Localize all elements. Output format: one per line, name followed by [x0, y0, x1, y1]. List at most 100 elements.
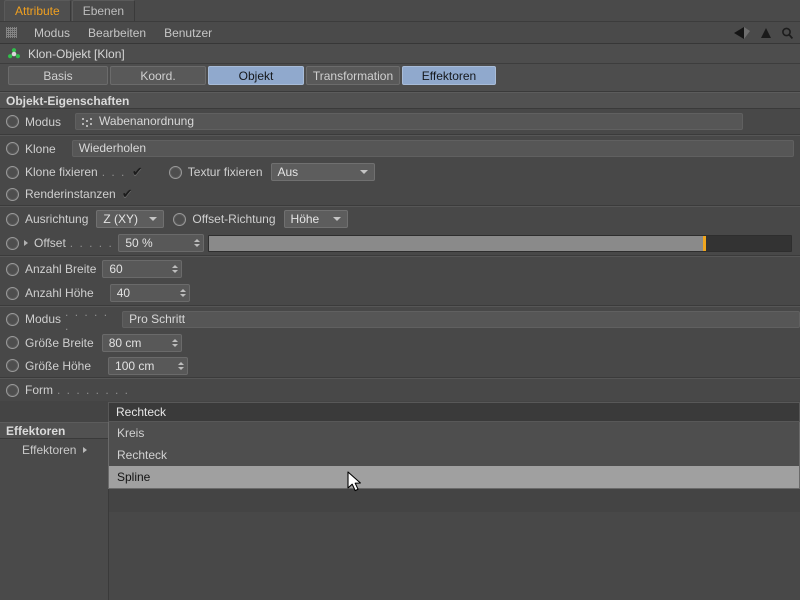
panel-empty-area — [109, 512, 800, 600]
menubar-icon-group — [732, 22, 794, 44]
select-textur-fixieren-value: Aus — [277, 165, 299, 179]
dropdown-option-spline[interactable]: Spline — [109, 466, 799, 488]
checkbox-klone-fixieren[interactable]: ✔ — [132, 165, 143, 178]
row-form: Form . . . . . . . . — [0, 379, 800, 401]
menu-item-modus[interactable]: Modus — [25, 22, 79, 44]
chevron-down-icon — [359, 170, 368, 174]
animation-dot-groesse-hoehe[interactable] — [6, 359, 19, 372]
spinner-groesse-hoehe[interactable] — [175, 358, 187, 374]
tab-ebenen[interactable]: Ebenen — [71, 0, 136, 21]
tab-basis[interactable]: Basis — [8, 66, 108, 85]
input-groesse-hoehe[interactable]: 100 cm — [108, 356, 189, 375]
tab-transformation[interactable]: Transformation — [306, 66, 400, 85]
spinner-down-icon — [178, 366, 185, 370]
dropdown-option-rechteck[interactable]: Rechteck — [109, 444, 799, 466]
row-groesse-breite: Größe Breite 80 cm — [0, 331, 800, 354]
label-renderinstanzen: Renderinstanzen — [25, 187, 116, 201]
animation-dot-offset-richtung[interactable] — [173, 212, 187, 226]
tab-effektoren[interactable]: Effektoren — [402, 66, 496, 85]
input-groesse-hoehe-value: 100 cm — [115, 358, 155, 373]
spinner-anzahl-hoehe[interactable] — [177, 285, 189, 301]
animation-dot-anzahl-breite[interactable] — [6, 262, 19, 276]
menu-item-benutzer[interactable]: Benutzer — [155, 22, 221, 44]
slider-offset[interactable] — [208, 234, 792, 252]
animation-dot-klone-fixieren[interactable] — [6, 165, 19, 179]
label-modus-schritt: Modus — [25, 312, 62, 326]
label-ausrichtung: Ausrichtung — [25, 212, 89, 226]
field-modus-schritt[interactable]: Pro Schritt — [122, 310, 800, 328]
dropdown-form-options: Kreis Rechteck Spline — [108, 422, 800, 489]
slider-offset-fill — [209, 235, 704, 251]
label-effektoren: Effektoren — [22, 443, 77, 457]
dropdown-option-kreis[interactable]: Kreis — [109, 422, 799, 444]
animation-dot-ausrichtung[interactable] — [6, 212, 19, 226]
checkbox-renderinstanzen[interactable]: ✔ — [122, 187, 133, 200]
animation-dot-klone[interactable] — [6, 142, 19, 155]
animation-dot-renderinstanzen[interactable] — [6, 187, 19, 201]
spinner-down-icon — [179, 294, 186, 297]
expand-arrow-icon[interactable] — [83, 447, 88, 453]
select-ausrichtung[interactable]: Z (XY) — [96, 210, 165, 228]
row-klone-fixieren: Klone fixieren . . . ✔ Textur fixieren A… — [0, 161, 800, 183]
spinner-down-icon — [172, 270, 179, 273]
label-textur-fixieren: Textur fixieren — [187, 165, 263, 179]
spinner-up-icon — [194, 239, 201, 242]
tab-attribute[interactable]: Attribute — [4, 0, 71, 21]
row-klone: Klone Wiederholen — [0, 136, 800, 161]
tab-koord[interactable]: Koord. — [110, 66, 206, 85]
spinner-groesse-breite[interactable] — [169, 335, 181, 351]
label-groesse-hoehe: Größe Höhe — [25, 358, 92, 373]
input-offset-value: 50 % — [125, 236, 153, 250]
spinner-offset[interactable] — [191, 235, 203, 251]
slider-offset-knob[interactable] — [702, 235, 706, 251]
attribute-page-tabs: Basis Koord. Objekt Transformation Effek… — [0, 64, 800, 92]
row-modus-schritt: Modus . . . . . . Pro Schritt — [0, 305, 800, 333]
spinner-up-icon — [172, 265, 179, 268]
spinner-down-icon — [171, 343, 178, 347]
animation-dot-modus-schritt[interactable] — [6, 312, 19, 326]
menubar: Modus Bearbeiten Benutzer — [0, 22, 800, 44]
spinner-down-icon — [194, 244, 201, 247]
animation-dot-anzahl-hoehe[interactable] — [6, 286, 19, 300]
search-icon[interactable] — [780, 26, 794, 40]
animation-dot-form[interactable] — [6, 383, 19, 397]
back-arrow-icon[interactable] — [732, 26, 752, 40]
animation-dot-textur-fixieren[interactable] — [168, 165, 182, 179]
select-offset-richtung-value: Höhe — [290, 212, 320, 226]
animation-dot-offset[interactable] — [6, 236, 19, 250]
expand-arrow-icon[interactable] — [24, 240, 28, 246]
up-arrow-icon[interactable] — [759, 26, 773, 40]
select-form[interactable]: Rechteck — [108, 402, 800, 422]
label-dots-klone-fixieren: . . . — [101, 165, 126, 179]
field-klone[interactable]: Wiederholen — [71, 140, 794, 157]
field-modus-value: Wabenanordnung — [99, 114, 194, 128]
row-ausrichtung: Ausrichtung Z (XY) Offset-Richtung Höhe — [0, 207, 800, 231]
animation-dot-modus[interactable] — [6, 115, 19, 128]
label-offset-richtung: Offset-Richtung — [192, 212, 276, 226]
input-anzahl-hoehe[interactable]: 40 — [109, 284, 190, 302]
label-klone: Klone — [25, 141, 56, 156]
label-modus: Modus — [25, 114, 62, 129]
menu-item-bearbeiten[interactable]: Bearbeiten — [79, 22, 155, 44]
input-groesse-breite[interactable]: 80 cm — [101, 333, 182, 352]
row-effektoren[interactable]: Effektoren — [0, 439, 108, 461]
spinner-anzahl-breite[interactable] — [169, 261, 181, 277]
label-dots-form: . . . . . . . . — [57, 383, 130, 397]
input-offset[interactable]: 50 % — [118, 234, 205, 252]
row-offset: Offset . . . . . 50 % — [0, 231, 800, 255]
label-anzahl-hoehe: Anzahl Höhe — [25, 286, 94, 300]
input-anzahl-breite[interactable]: 60 — [102, 260, 183, 278]
field-modus-schritt-value: Pro Schritt — [129, 311, 186, 326]
spinner-up-icon — [178, 361, 185, 365]
select-textur-fixieren[interactable]: Aus — [270, 163, 375, 181]
animation-dot-groesse-breite[interactable] — [6, 336, 19, 349]
property-rows: Modus Wabenanordnung Klone Wiederholen K… — [0, 109, 800, 401]
row-modus: Modus Wabenanordnung — [0, 109, 800, 134]
field-modus[interactable]: Wabenanordnung — [75, 113, 744, 130]
row-renderinstanzen: Renderinstanzen ✔ — [0, 183, 800, 205]
row-anzahl-breite: Anzahl Breite 60 — [0, 257, 800, 281]
select-offset-richtung[interactable]: Höhe — [283, 210, 348, 228]
label-anzahl-breite: Anzahl Breite — [25, 262, 97, 276]
grip-dots-icon[interactable] — [6, 27, 17, 38]
tab-objekt[interactable]: Objekt — [208, 66, 304, 85]
